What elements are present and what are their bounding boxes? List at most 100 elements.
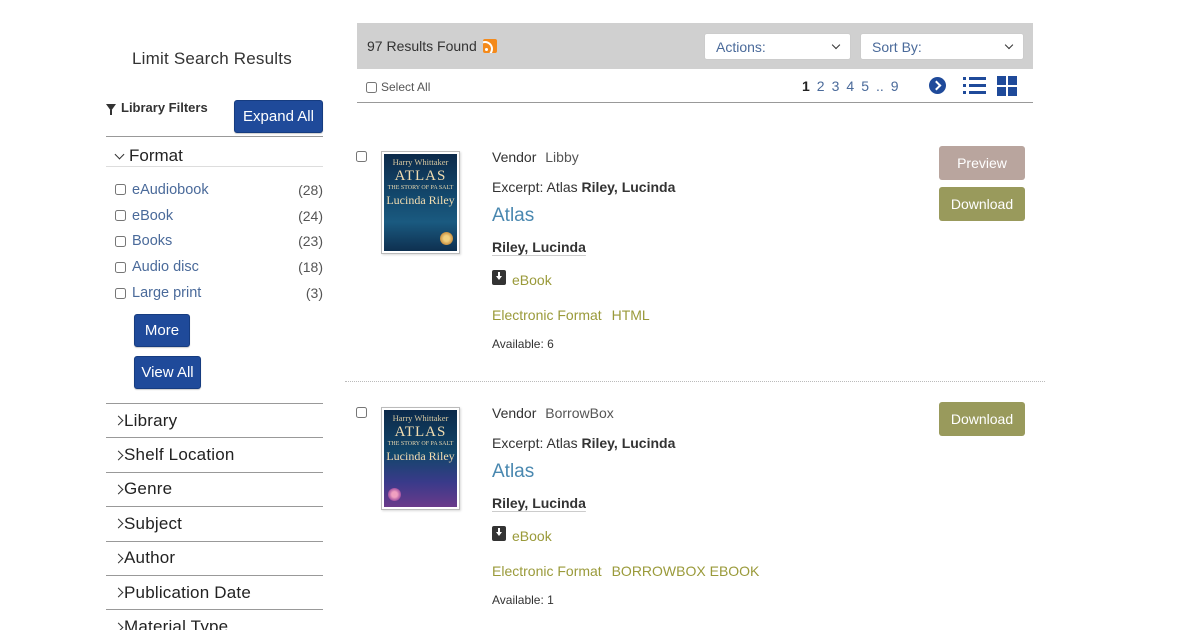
select-all-checkbox[interactable] bbox=[366, 81, 377, 93]
record-title-link[interactable]: Atlas bbox=[492, 461, 912, 483]
record-availability: Available: 1 bbox=[492, 593, 554, 607]
download-button[interactable]: Download bbox=[939, 187, 1025, 221]
results-toolbar: Select All 1 2 3 4 5 .. 9 bbox=[357, 70, 1033, 103]
page-link[interactable]: 2 bbox=[817, 78, 825, 94]
vendor-label: Vendor bbox=[492, 149, 537, 165]
facet-header-author[interactable]: Author bbox=[106, 540, 323, 575]
facet-checkbox[interactable] bbox=[115, 235, 126, 247]
results-header-bar: 97 Results Found Actions: Sort By: bbox=[357, 23, 1033, 69]
facet-label[interactable]: Large print bbox=[132, 285, 293, 301]
page-link-current: 1 bbox=[802, 78, 810, 94]
facet-label[interactable]: eAudiobook bbox=[132, 182, 293, 198]
facet-item-books[interactable]: Books (23) bbox=[115, 229, 323, 255]
list-view-icon[interactable] bbox=[963, 76, 986, 96]
select-all[interactable]: Select All bbox=[366, 80, 430, 94]
page-ellipsis: .. bbox=[875, 78, 884, 94]
record-format: eBook bbox=[492, 525, 912, 544]
divider bbox=[106, 166, 323, 167]
page-link[interactable]: 5 bbox=[861, 78, 869, 94]
format-facet-header[interactable]: Format bbox=[114, 146, 183, 166]
record-format: eBook bbox=[492, 269, 912, 288]
page-link[interactable]: 3 bbox=[832, 78, 840, 94]
record-details: Vendor Libby Excerpt: Atlas Riley, Lucin… bbox=[492, 149, 912, 351]
eformat-label: Electronic Format bbox=[492, 563, 602, 579]
facet-label[interactable]: eBook bbox=[132, 208, 293, 224]
facet-checkbox[interactable] bbox=[115, 287, 126, 299]
record-vendor: Vendor BorrowBox bbox=[492, 405, 912, 421]
facet-item-audio-disc[interactable]: Audio disc (18) bbox=[115, 254, 323, 280]
collapsed-facet-list: Library Shelf Location Genre Subject Aut… bbox=[106, 403, 323, 630]
page-link[interactable]: 9 bbox=[891, 78, 899, 94]
record-divider bbox=[345, 381, 1045, 382]
more-button[interactable]: More bbox=[134, 314, 190, 347]
chevron-right-icon bbox=[113, 622, 124, 630]
page-link[interactable]: 4 bbox=[846, 78, 854, 94]
pagination: 1 2 3 4 5 .. 9 bbox=[802, 78, 906, 94]
facet-header-publication-date[interactable]: Publication Date bbox=[106, 574, 323, 609]
facet-label[interactable]: Books bbox=[132, 233, 293, 249]
download-box-icon bbox=[492, 269, 506, 285]
cover-author: Lucinda Riley bbox=[386, 193, 455, 207]
facet-header-library[interactable]: Library bbox=[106, 403, 323, 437]
record-excerpt: Excerpt: Atlas Riley, Lucinda bbox=[492, 435, 912, 451]
results-count-text: 97 Results Found bbox=[367, 38, 477, 54]
record-title-link[interactable]: Atlas bbox=[492, 205, 912, 227]
facet-label[interactable]: Audio disc bbox=[132, 259, 293, 275]
facet-item-ebook[interactable]: eBook (24) bbox=[115, 203, 323, 229]
record-checkbox[interactable] bbox=[356, 407, 367, 418]
chevron-right-icon bbox=[113, 415, 124, 426]
format-facet-title: Format bbox=[129, 146, 183, 165]
excerpt-title: Atlas bbox=[546, 179, 578, 195]
book-cover-image: Harry Whittaker ATLAS THE STORY OF PA SA… bbox=[384, 154, 457, 251]
format-label: eBook bbox=[512, 528, 552, 544]
facet-header-genre[interactable]: Genre bbox=[106, 471, 323, 506]
chevron-right-icon bbox=[113, 587, 124, 598]
facet-header-subject[interactable]: Subject bbox=[106, 506, 323, 540]
flower-decoration bbox=[440, 232, 453, 245]
sort-by-select[interactable]: Sort By: bbox=[860, 33, 1024, 60]
eformat-value: BORROWBOX EBOOK bbox=[611, 563, 760, 579]
facet-checkbox[interactable] bbox=[115, 210, 126, 222]
facet-header-label: Shelf Location bbox=[124, 445, 235, 465]
download-button[interactable]: Download bbox=[939, 402, 1025, 436]
record-author-link[interactable]: Riley, Lucinda bbox=[492, 495, 912, 511]
book-cover[interactable]: Harry Whittaker ATLAS THE STORY OF PA SA… bbox=[381, 151, 460, 254]
excerpt-author: Riley, Lucinda bbox=[581, 179, 676, 195]
preview-button[interactable]: Preview bbox=[939, 146, 1025, 180]
vendor-value: BorrowBox bbox=[545, 405, 614, 421]
record-author-link[interactable]: Riley, Lucinda bbox=[492, 239, 912, 255]
download-box-icon bbox=[492, 525, 506, 541]
expand-all-button[interactable]: Expand All bbox=[234, 100, 323, 133]
actions-select-value: Actions: bbox=[716, 38, 766, 55]
actions-select[interactable]: Actions: bbox=[704, 33, 851, 60]
facet-header-label: Material Type bbox=[124, 617, 229, 630]
cover-author: Lucinda Riley bbox=[386, 449, 455, 463]
format-facet-list: eAudiobook (28) eBook (24) Books (23) Au… bbox=[115, 177, 323, 306]
facet-checkbox[interactable] bbox=[115, 184, 126, 196]
excerpt-label: Excerpt: bbox=[492, 179, 544, 195]
limit-search-title: Limit Search Results bbox=[132, 49, 292, 68]
grid-view-icon[interactable] bbox=[997, 76, 1018, 96]
book-cover-image: Harry Whittaker ATLAS THE STORY OF PA SA… bbox=[384, 410, 457, 507]
facet-item-large-print[interactable]: Large print (3) bbox=[115, 280, 323, 306]
facet-item-eaudiobook[interactable]: eAudiobook (28) bbox=[115, 177, 323, 203]
view-all-button[interactable]: View All bbox=[134, 356, 201, 389]
chevron-down-icon bbox=[831, 40, 841, 49]
facet-header-material-type[interactable]: Material Type bbox=[106, 609, 323, 630]
chevron-right-icon bbox=[113, 484, 124, 495]
flower-decoration bbox=[388, 488, 401, 501]
book-cover[interactable]: Harry Whittaker ATLAS THE STORY OF PA SA… bbox=[381, 407, 460, 510]
rss-icon[interactable] bbox=[482, 39, 497, 53]
record-electronic-format: Electronic Format BORROWBOX EBOOK bbox=[492, 563, 912, 579]
facet-header-label: Subject bbox=[124, 513, 183, 533]
cover-author-top: Harry Whittaker bbox=[392, 413, 449, 423]
next-page-icon[interactable] bbox=[929, 77, 946, 94]
facet-header-shelf-location[interactable]: Shelf Location bbox=[106, 437, 323, 471]
sort-select-value: Sort By: bbox=[872, 38, 922, 55]
facet-checkbox[interactable] bbox=[115, 261, 126, 273]
chevron-right-icon bbox=[113, 518, 124, 529]
chevron-right-icon bbox=[113, 450, 124, 461]
record-checkbox[interactable] bbox=[356, 151, 367, 162]
eformat-value: HTML bbox=[611, 307, 650, 323]
divider bbox=[106, 136, 323, 137]
